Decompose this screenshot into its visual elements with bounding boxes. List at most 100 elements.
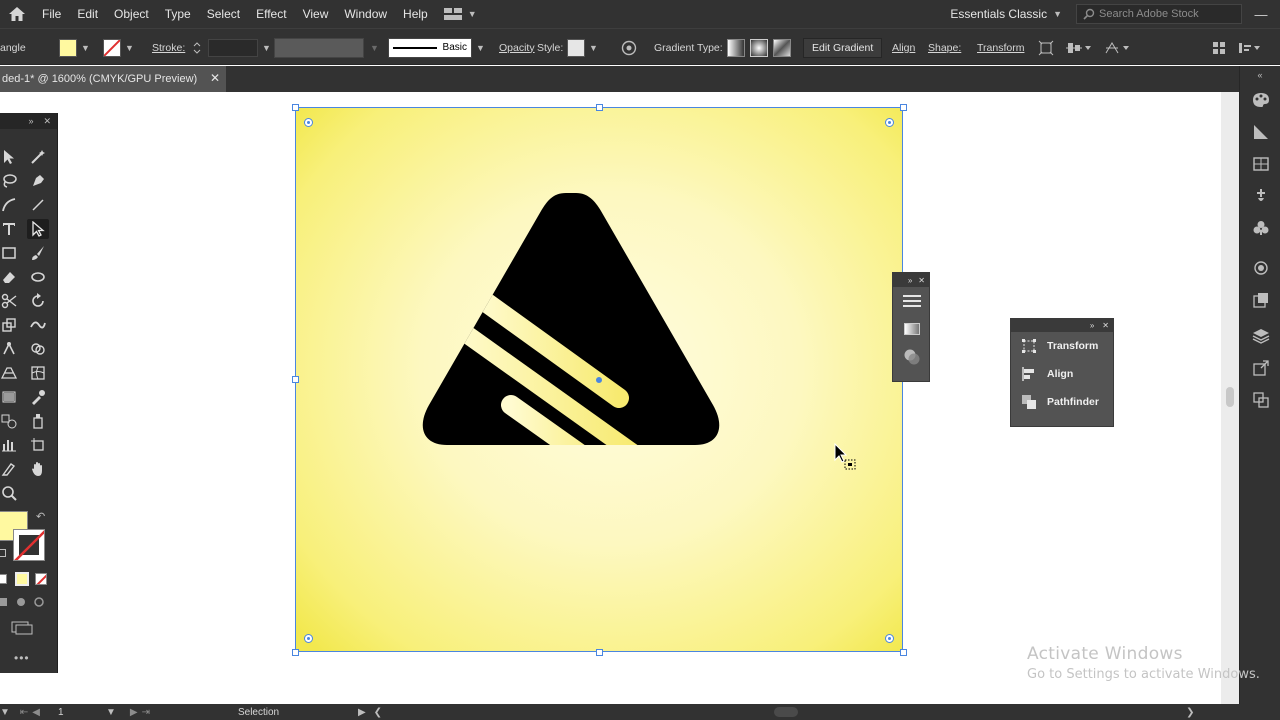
linear-gradient-icon[interactable] [727,38,745,57]
mesh-tool[interactable] [27,363,49,383]
shape-link[interactable]: Shape: [928,29,961,66]
panel-header[interactable]: » ✕ [893,273,929,287]
blob-brush-tool[interactable] [27,267,49,287]
corner-widget[interactable] [304,634,313,643]
artboard-dropdown-icon[interactable]: ▼ [106,707,116,718]
puppet-warp-tool[interactable] [0,339,20,359]
expand-icon[interactable]: » [1090,321,1094,330]
recolor-artwork-button[interactable] [621,29,637,66]
perspective-grid-tool[interactable] [0,363,20,383]
menu-type[interactable]: Type [157,0,199,28]
align-menu-icon[interactable] [1066,40,1092,56]
artboard-tool[interactable] [27,435,49,455]
pathfinder-panel-button[interactable]: Pathfinder [1011,388,1113,416]
symbols-icon[interactable] [1240,212,1280,244]
opacity-label[interactable]: Opacity [499,29,535,66]
status-menu-icon[interactable]: ▶ [358,707,366,718]
menu-file[interactable]: File [34,0,69,28]
transparency-panel-icon[interactable] [893,343,931,371]
stock-search-input[interactable]: Search Adobe Stock [1076,4,1242,24]
panel-header[interactable]: » ✕ [1011,319,1113,332]
pen-tool[interactable] [27,171,49,191]
direct-selection-tool[interactable] [27,219,49,239]
fill-swatch[interactable] [59,38,77,57]
corner-widget[interactable] [304,118,313,127]
brushes-icon[interactable] [1240,180,1280,212]
slice-tool[interactable] [0,459,20,479]
arrange-icon[interactable] [1212,41,1226,55]
menu-edit[interactable]: Edit [69,0,106,28]
selection-handle[interactable] [900,649,907,656]
swatches-icon[interactable] [1240,148,1280,180]
draw-behind-icon[interactable] [16,597,26,607]
paintbrush-tool[interactable] [27,243,49,263]
gradient-mode-icon[interactable] [15,572,29,586]
control-menu-icon[interactable] [1238,41,1262,55]
draw-normal-icon[interactable] [0,597,8,607]
transform-panel-button[interactable]: Transform [1011,332,1113,360]
selection-handle[interactable] [292,104,299,111]
transform-link[interactable]: Transform [977,29,1024,66]
graphic-styles-icon[interactable] [1240,284,1280,316]
menu-effect[interactable]: Effect [248,0,294,28]
color-mode-icon[interactable] [0,574,7,584]
selection-handle[interactable] [596,649,603,656]
stroke-weight-stepper[interactable]: ▼ [192,29,271,66]
selection-handle[interactable] [292,649,299,656]
fill-control[interactable]: ▼ [59,29,90,66]
stroke-color-indicator[interactable] [13,529,45,561]
draw-inside-icon[interactable] [34,597,44,607]
magic-wand-tool[interactable] [27,147,49,167]
chevron-down-icon[interactable]: ▼ [1053,9,1062,19]
scroll-right-icon[interactable]: ❯ [1186,707,1194,718]
next-artboard-buttons[interactable]: ▶⇥ [130,707,154,718]
collapse-icon[interactable]: » [28,116,33,126]
warp-tool[interactable] [27,315,49,335]
edit-gradient-button[interactable]: Edit Gradient [803,37,883,58]
column-graph-tool[interactable] [0,435,20,455]
graphic-style-picker[interactable]: ▼ [567,29,598,66]
menu-window[interactable]: Window [336,0,395,28]
isolate-icon[interactable] [1038,40,1054,56]
edit-toolbar-icon[interactable]: ••• [14,651,30,665]
gradient-tool[interactable] [0,387,20,407]
lasso-tool[interactable] [0,171,20,191]
tools-panel-header[interactable]: » ✕ [0,113,57,129]
align-link[interactable]: Align [892,29,915,66]
color-guide-icon[interactable] [1240,116,1280,148]
stroke-panel-icon[interactable] [893,287,931,315]
triangle-logo-artwork[interactable] [421,193,721,458]
blend-tool[interactable] [0,411,20,431]
swap-fill-stroke-icon[interactable]: ↶ [36,510,45,523]
none-mode-icon[interactable] [35,573,47,585]
freeform-gradient-icon[interactable] [773,38,791,57]
symbol-sprayer-tool[interactable] [27,411,49,431]
rotate-tool[interactable] [27,291,49,311]
scissors-tool[interactable] [0,291,20,311]
brush-definition[interactable]: Basic ▼ [388,29,485,66]
home-icon[interactable] [0,0,34,28]
selection-handle[interactable] [292,376,299,383]
close-icon[interactable]: ✕ [210,71,220,85]
vertical-scrollbar[interactable] [1221,92,1239,704]
screen-mode-icon[interactable] [11,621,33,638]
rectangle-tool[interactable] [0,243,20,263]
stroke-control[interactable]: ▼ [103,29,134,66]
hand-tool[interactable] [27,459,49,479]
close-icon[interactable]: ✕ [918,276,925,285]
dock-collapse-icon[interactable]: « [1240,66,1280,84]
artboard[interactable] [292,104,907,656]
asset-export-icon[interactable] [1240,352,1280,384]
type-tool[interactable] [0,219,20,239]
menu-object[interactable]: Object [106,0,157,28]
menu-select[interactable]: Select [199,0,248,28]
line-segment-tool[interactable] [27,195,49,215]
chevron-down-icon[interactable]: ▼ [81,43,90,53]
close-icon[interactable]: ✕ [1102,321,1109,330]
align-panel-button[interactable]: Align [1011,360,1113,388]
selection-handle[interactable] [596,104,603,111]
menu-view[interactable]: View [295,0,337,28]
shape-builder-tool[interactable] [27,339,49,359]
artboards-icon[interactable] [1240,384,1280,416]
appearance-icon[interactable] [1240,252,1280,284]
